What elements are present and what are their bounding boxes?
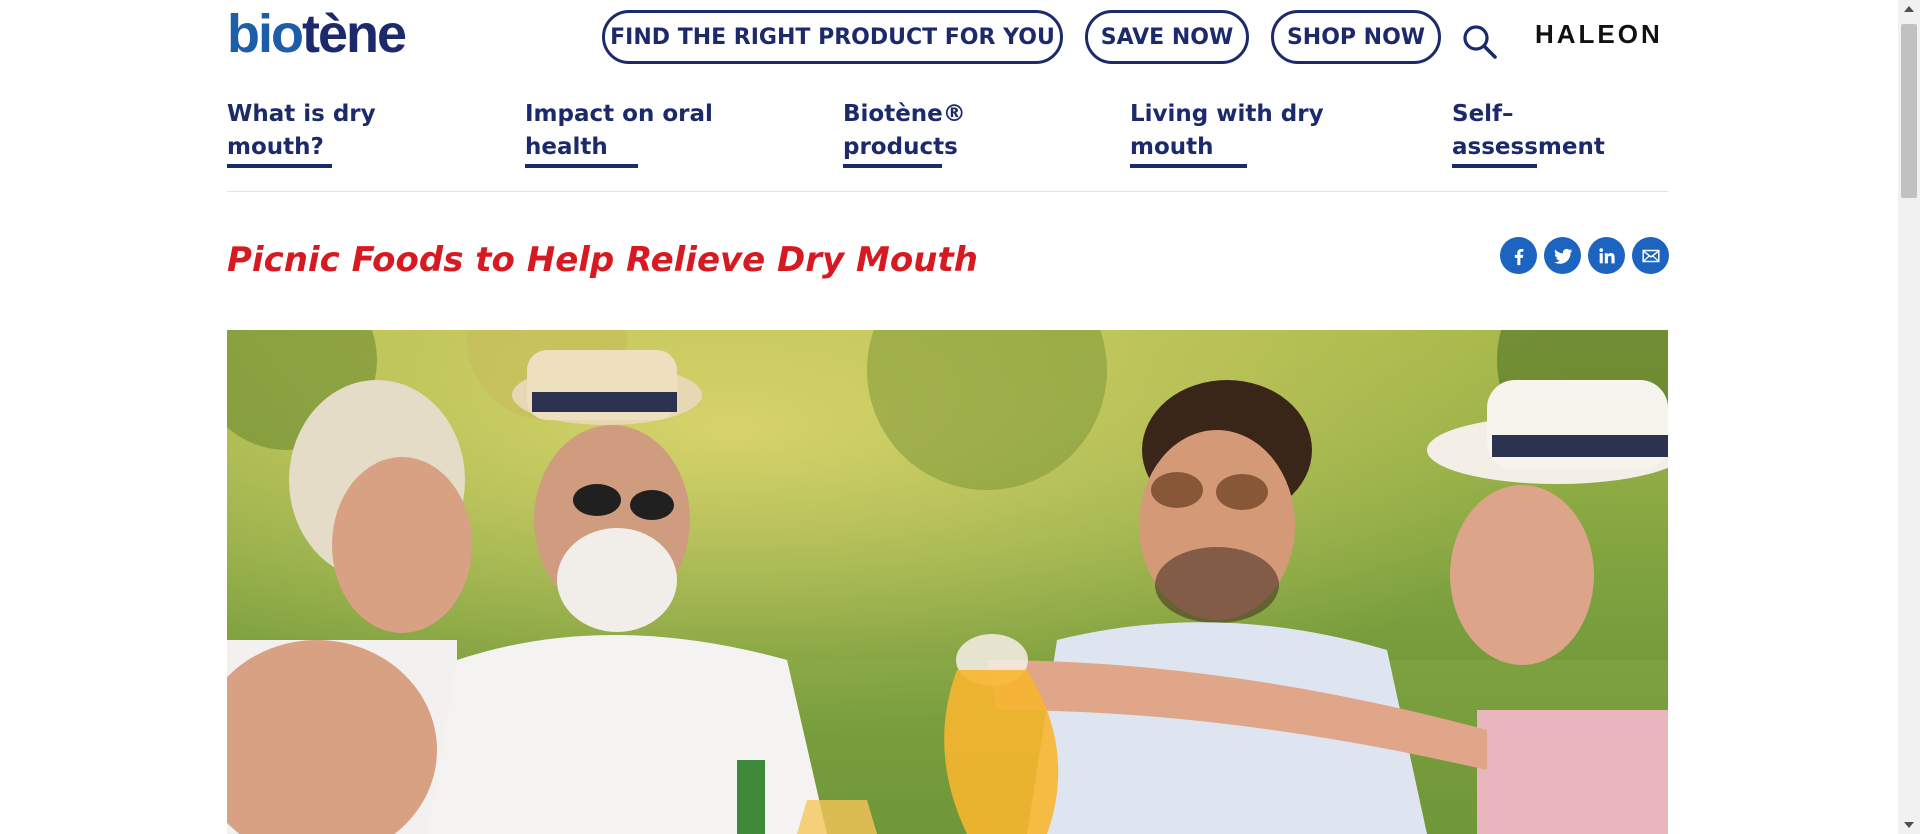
facebook-icon[interactable] [1500, 237, 1537, 274]
biotene-logo[interactable]: biotène [227, 7, 407, 61]
hero-image [227, 330, 1668, 834]
find-product-button[interactable]: FIND THE RIGHT PRODUCT FOR YOU [602, 10, 1063, 64]
linkedin-icon[interactable] [1588, 237, 1625, 274]
email-icon[interactable] [1632, 237, 1669, 274]
nav-item-self-assessment[interactable]: Self–assessment [1452, 98, 1622, 168]
scrollbar-thumb[interactable] [1901, 24, 1917, 198]
share-bar [1500, 237, 1669, 274]
nav-item-label: Impact on oral health [525, 101, 713, 160]
logo-wordmark: biotène [227, 7, 407, 61]
nav-item-impact-on-oral-health[interactable]: Impact on oral health [525, 98, 755, 168]
logo-part-tene: tène [301, 4, 407, 64]
save-now-button[interactable]: SAVE NOW [1085, 10, 1249, 64]
nav-item-label: Living with dry mouth [1130, 101, 1324, 160]
nav-underline [227, 164, 332, 168]
nav-divider [227, 191, 1668, 192]
nav-underline [1452, 164, 1537, 168]
nav-item-label: Biotène® products [843, 101, 966, 160]
nav-underline [525, 164, 638, 168]
haleon-logo[interactable]: HALEON [1535, 19, 1663, 50]
main-nav: What is dry mouth? Impact on oral health… [227, 98, 1668, 192]
page-title: Picnic Foods to Help Relieve Dry Mouth [227, 240, 978, 280]
logo-part-bio: bio [227, 4, 304, 64]
nav-underline [843, 164, 942, 168]
twitter-icon[interactable] [1544, 237, 1581, 274]
nav-item-label: Self–assessment [1452, 101, 1605, 160]
nav-underline [1130, 164, 1247, 168]
nav-item-label: What is dry mouth? [227, 101, 376, 160]
shop-now-button[interactable]: SHOP NOW [1271, 10, 1441, 64]
nav-item-biotene-products[interactable]: Biotène® products [843, 98, 983, 168]
scroll-up-arrow-icon[interactable] [1898, 0, 1920, 18]
page: biotène FIND THE RIGHT PRODUCT FOR YOU S… [0, 0, 1898, 834]
nav-item-living-with-dry-mouth[interactable]: Living with dry mouth [1130, 98, 1360, 168]
scroll-down-arrow-icon[interactable] [1898, 816, 1920, 834]
nav-item-what-is-dry-mouth[interactable]: What is dry mouth? [227, 98, 397, 168]
search-icon[interactable] [1460, 22, 1500, 62]
scrollbar[interactable] [1898, 0, 1920, 834]
